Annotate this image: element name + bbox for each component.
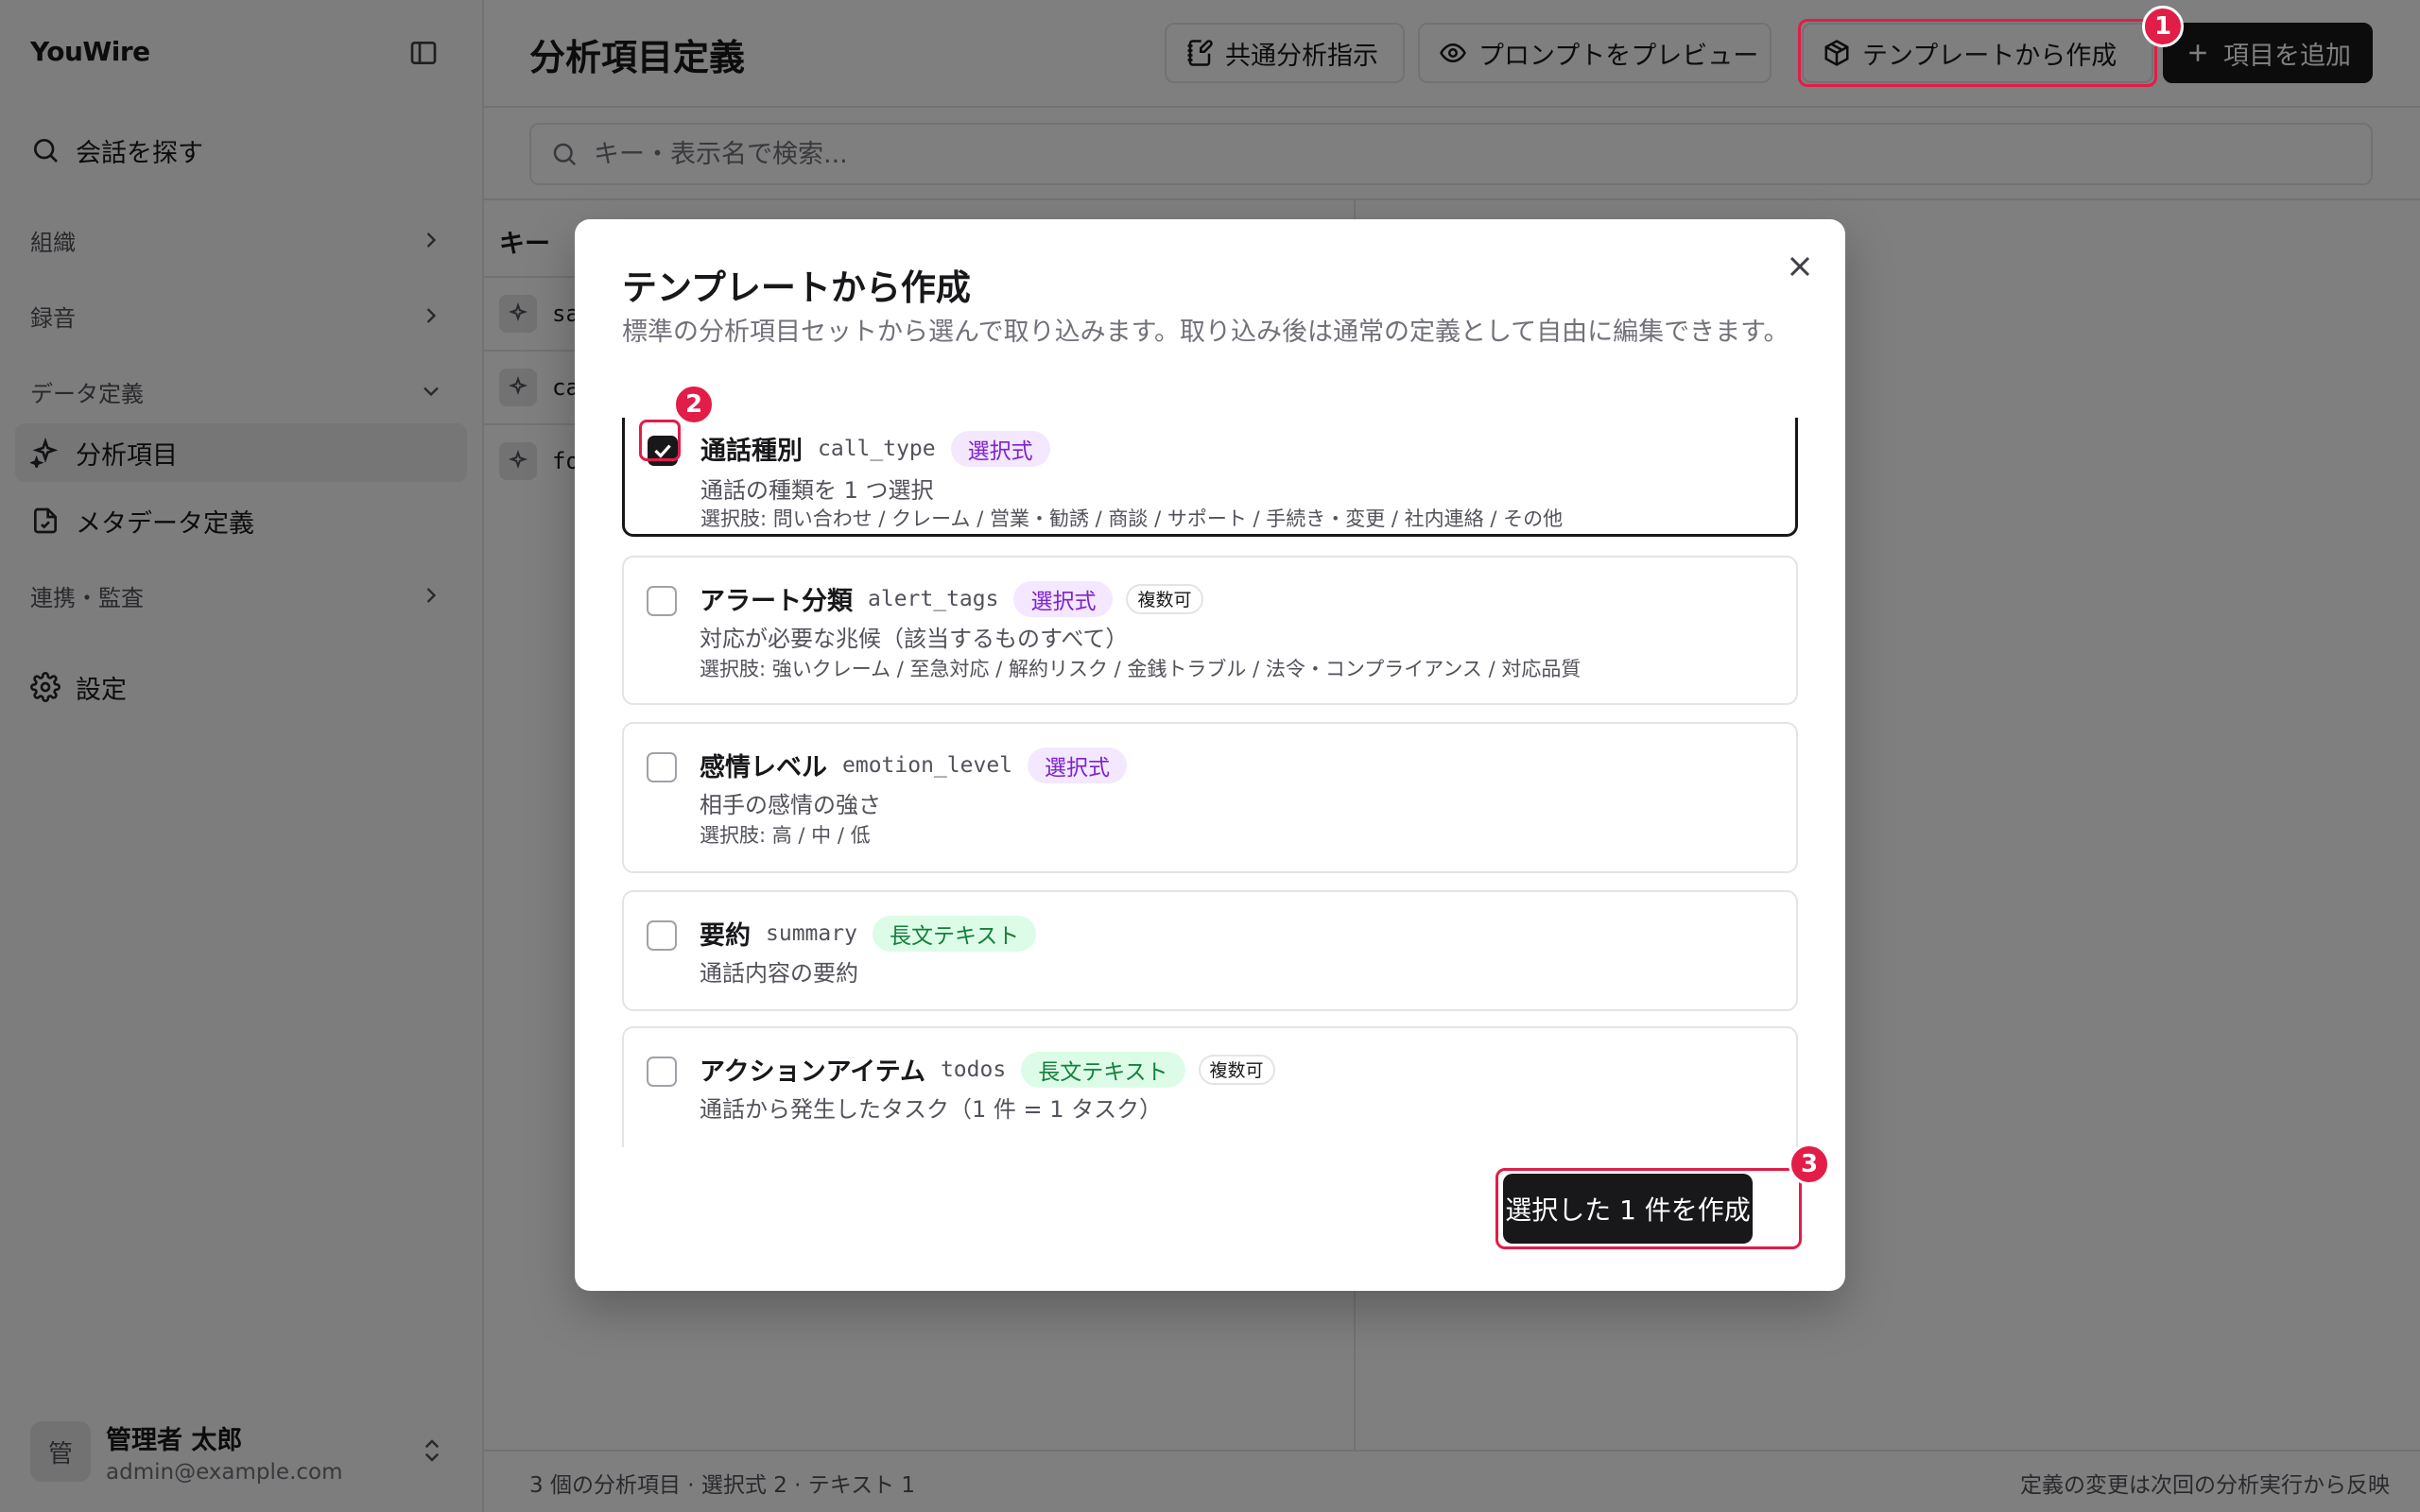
close-icon[interactable] (1783, 249, 1817, 284)
highlight-checkbox (639, 420, 681, 461)
template-checkbox[interactable] (647, 920, 677, 951)
template-card-alert-tags[interactable]: アラート分類 alert_tags 選択式 複数可 対応が必要な兆候（該当するも… (622, 556, 1798, 705)
type-badge: 長文テキスト (1021, 1051, 1185, 1088)
template-description: 通話の種類を 1 つ選択 (700, 477, 934, 504)
template-key: emotion_level (842, 752, 1013, 778)
template-card-call-type[interactable]: 通話種別 call_type 選択式 通話の種類を 1 つ選択 選択肢: 問い合… (622, 418, 1798, 537)
multi-badge: 複数可 (1126, 583, 1203, 614)
type-badge: 選択式 (1013, 580, 1114, 617)
template-description: 通話内容の要約 (700, 960, 858, 987)
template-key: summary (766, 920, 857, 946)
template-list[interactable]: 通話種別 call_type 選択式 通話の種類を 1 つ選択 選択肢: 問い合… (622, 418, 1800, 1147)
multi-badge: 複数可 (1198, 1054, 1275, 1085)
template-name: 感情レベル (700, 753, 827, 782)
highlight-template-button (1798, 19, 2157, 87)
template-checkbox[interactable] (647, 1057, 677, 1087)
template-name: アラート分類 (700, 587, 853, 616)
template-description: 通話から発生したタスク（1 件 = 1 タスク） (700, 1096, 1163, 1123)
template-card-todos[interactable]: アクションアイテム todos 長文テキスト 複数可 通話から発生したタスク（1… (622, 1026, 1798, 1147)
template-name: アクションアイテム (700, 1057, 925, 1087)
template-description: 対応が必要な兆候（該当するものすべて） (700, 626, 1129, 652)
type-badge: 長文テキスト (872, 915, 1037, 952)
dialog-description: 標準の分析項目セットから選んで取り込みます。取り込み後は通常の定義として自由に編… (622, 318, 1789, 347)
template-key: todos (940, 1057, 1007, 1082)
template-key: alert_tags (868, 586, 999, 611)
dialog-title: テンプレートから作成 (622, 267, 971, 308)
template-checkbox[interactable] (647, 586, 677, 616)
template-name: 通話種別 (700, 437, 803, 466)
step-marker-2: 2 (673, 384, 715, 425)
step-marker-3: 3 (1789, 1143, 1830, 1185)
template-checkbox[interactable] (647, 752, 677, 782)
template-name: 要約 (700, 921, 751, 951)
template-card-summary[interactable]: 要約 summary 長文テキスト 通話内容の要約 (622, 890, 1798, 1011)
template-card-emotion-level[interactable]: 感情レベル emotion_level 選択式 相手の感情の強さ 選択肢: 高 … (622, 722, 1798, 873)
template-options: 選択肢: 強いクレーム / 至急対応 / 解約リスク / 金銭トラブル / 法令… (700, 658, 1582, 680)
highlight-create-button (1495, 1168, 1802, 1249)
template-key: call_type (818, 436, 936, 461)
type-badge: 選択式 (950, 430, 1050, 467)
step-marker-1: 1 (2142, 6, 2184, 47)
type-badge: 選択式 (1028, 747, 1128, 783)
template-dialog: テンプレートから作成 標準の分析項目セットから選んで取り込みます。取り込み後は通… (575, 219, 1845, 1291)
template-description: 相手の感情の強さ (700, 792, 881, 818)
template-options: 選択肢: 問い合わせ / クレーム / 営業・勧誘 / 商談 / サポート / … (700, 507, 1564, 530)
template-options: 選択肢: 高 / 中 / 低 (700, 824, 871, 847)
